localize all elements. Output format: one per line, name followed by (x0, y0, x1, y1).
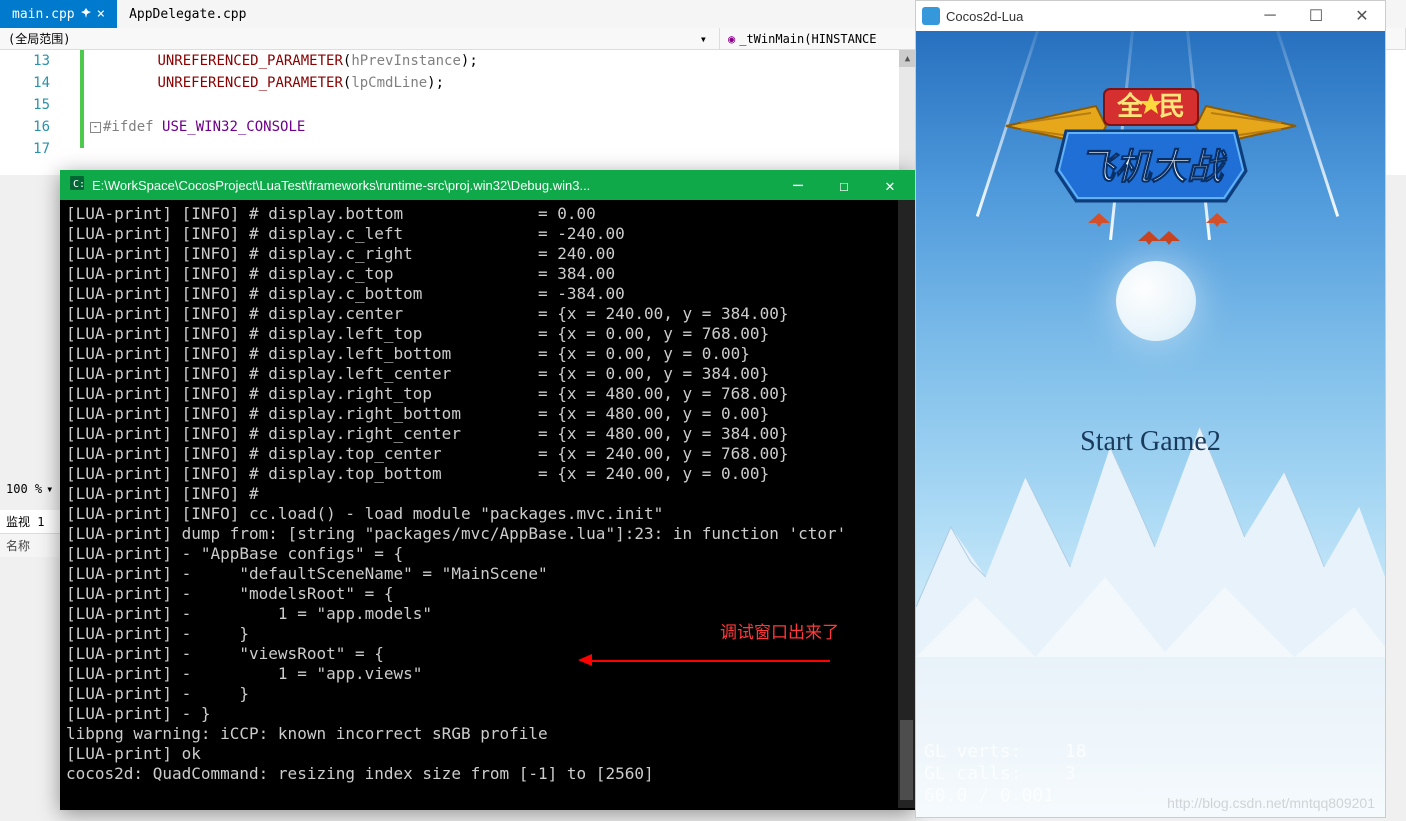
plane-icon (1088, 213, 1110, 227)
line-number-gutter: 1314151617 (0, 50, 60, 175)
game-logo: 全 民 飞机大战 (996, 71, 1306, 211)
console-title: E:\WorkSpace\CocosProject\LuaTest\framew… (92, 178, 775, 193)
cocos-icon (922, 7, 940, 25)
svg-text:C:: C: (73, 179, 85, 190)
change-marker-gutter (60, 50, 90, 175)
plane-icon (1158, 231, 1180, 245)
svg-text:飞机大战: 飞机大战 (1078, 147, 1226, 188)
watermark-text: http://blog.csdn.net/mntqq809201 (1167, 795, 1375, 811)
minimize-button[interactable]: ─ (775, 170, 821, 200)
watch-tab[interactable]: 监视 1 (0, 510, 60, 534)
gl-stats: GL verts: 18 GL calls: 3 60.0 / 0.001 (924, 741, 1087, 807)
game-titlebar[interactable]: Cocos2d-Lua ─ ☐ ✕ (916, 1, 1385, 31)
scroll-up-icon[interactable]: ▲ (899, 50, 916, 67)
console-output[interactable]: [LUA-print] [INFO] # display.bottom = 0.… (60, 200, 915, 808)
pin-icon (81, 7, 91, 22)
tab-main-cpp[interactable]: main.cpp × (0, 0, 117, 28)
scrollbar-thumb[interactable] (900, 720, 913, 800)
console-scrollbar[interactable] (898, 200, 915, 808)
zoom-control[interactable]: 100 % ▾ (0, 480, 59, 498)
plane-icon (1206, 213, 1228, 227)
game-window: Cocos2d-Lua ─ ☐ ✕ (915, 0, 1386, 818)
maximize-button[interactable]: ☐ (821, 170, 867, 200)
chevron-down-icon: ▾ (700, 32, 711, 46)
close-button[interactable]: ✕ (867, 170, 913, 200)
game-viewport[interactable]: 全 民 飞机大战 Start Game2 GL verts: 18 GL cal… (916, 31, 1385, 817)
console-window: C: E:\WorkSpace\CocosProject\LuaTest\fra… (60, 170, 915, 810)
tab-appdelegate-cpp[interactable]: AppDelegate.cpp (117, 0, 258, 28)
minimize-button[interactable]: ─ (1247, 1, 1293, 31)
scope-function-label: _tWinMain(HINSTANCE (739, 32, 876, 46)
app-icon: C: (62, 174, 92, 196)
scope-label: (全局范围) (8, 30, 70, 47)
close-button[interactable]: ✕ (1339, 1, 1385, 31)
game-title: Cocos2d-Lua (946, 9, 1247, 24)
close-icon[interactable]: × (97, 6, 105, 22)
console-titlebar[interactable]: C: E:\WorkSpace\CocosProject\LuaTest\fra… (60, 170, 915, 200)
tab-label: main.cpp (12, 7, 75, 22)
watch-header-name: 名称 (0, 534, 60, 557)
start-game-button[interactable]: Start Game2 (1080, 426, 1221, 458)
annotation-arrow-head (578, 654, 592, 666)
tab-label: AppDelegate.cpp (129, 7, 246, 22)
plane-icon (1138, 231, 1160, 245)
collapse-toggle[interactable]: - (90, 122, 101, 133)
scope-dropdown-left[interactable]: (全局范围) ▾ (0, 28, 720, 49)
function-icon: ◉ (728, 32, 735, 46)
zoom-label: 100 % (6, 482, 42, 496)
chevron-down-icon: ▾ (46, 482, 53, 496)
watch-panel: 监视 1 名称 (0, 510, 60, 557)
annotation-text: 调试窗口出来了 (720, 618, 839, 643)
annotation-arrow-line (590, 660, 830, 662)
maximize-button[interactable]: ☐ (1293, 1, 1339, 31)
